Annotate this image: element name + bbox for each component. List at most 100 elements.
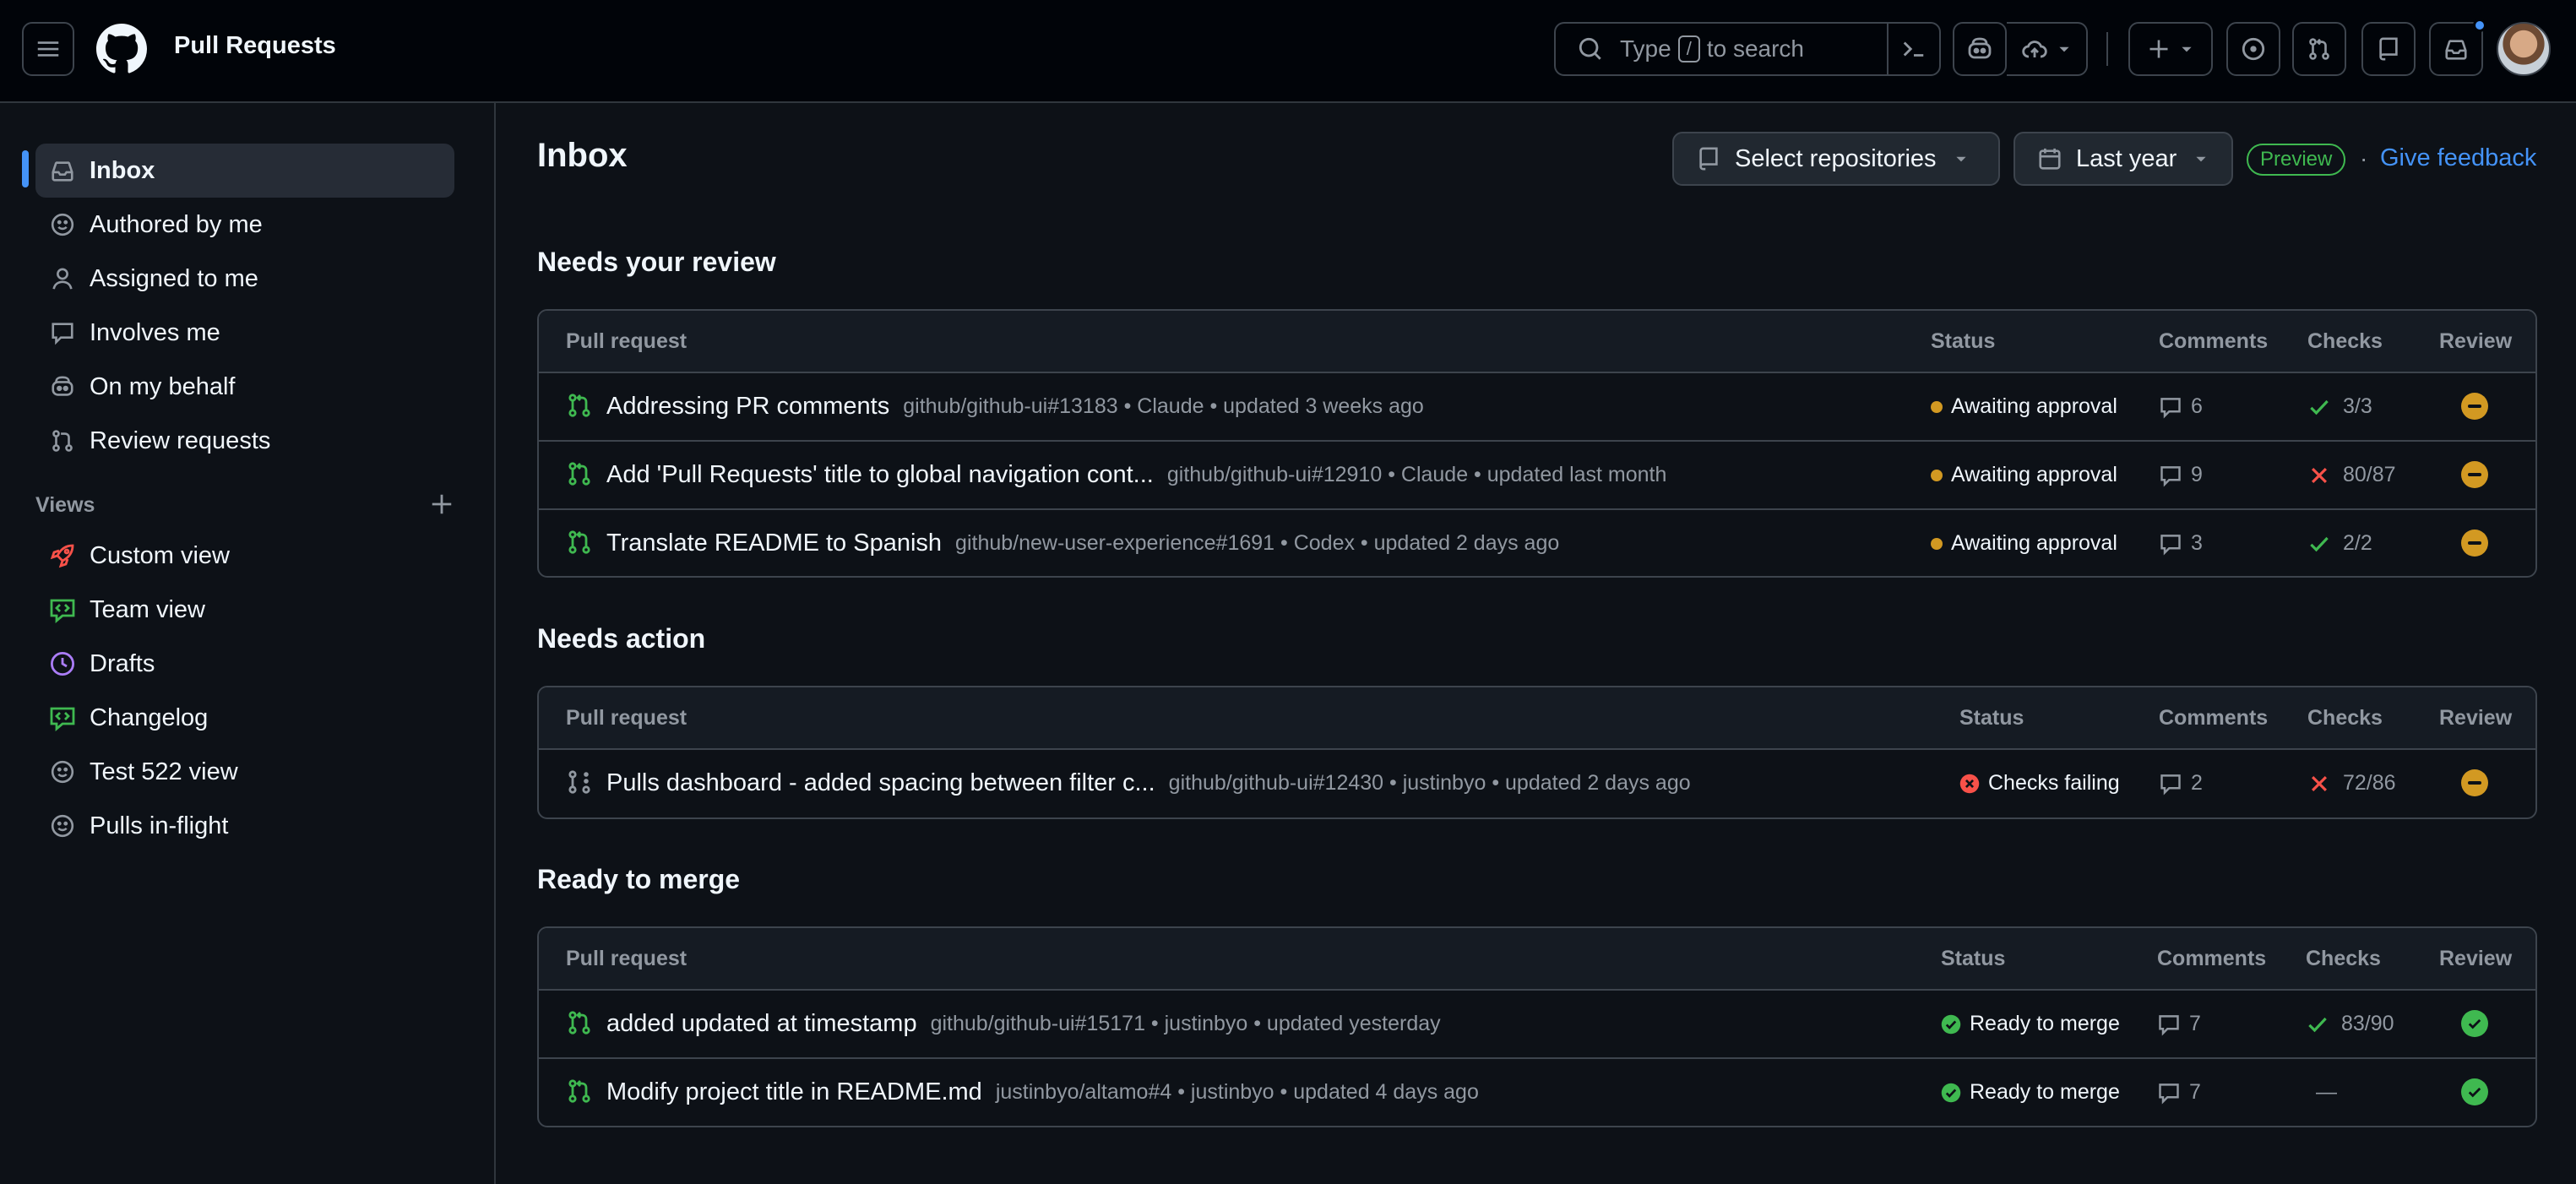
comment-icon xyxy=(2160,397,2181,418)
copilot-icon xyxy=(35,374,90,399)
sidebar-view-changelog[interactable]: Changelog xyxy=(35,691,454,745)
issue-opened-icon xyxy=(2242,37,2265,61)
comments-count[interactable]: 6 xyxy=(2159,373,2203,440)
page-title: Inbox xyxy=(537,137,628,174)
copilot-button[interactable] xyxy=(1953,22,2007,76)
git-compare-icon xyxy=(35,428,90,454)
search-input[interactable]: Type / to search xyxy=(1554,22,1889,76)
checks-summary[interactable]: 2/2 xyxy=(2307,510,2372,576)
sidebar-item-label: Inbox xyxy=(90,156,155,184)
checks-summary[interactable]: 72/86 xyxy=(2307,750,2396,817)
pr-table-needs-action: Pull request Status Comments Checks Revi… xyxy=(537,686,2537,819)
menu-button[interactable] xyxy=(22,22,74,76)
table-row[interactable]: Modify project title in README.md justin… xyxy=(539,1059,2535,1126)
sidebar-item-authored[interactable]: Authored by me xyxy=(35,198,454,252)
review-pending-icon xyxy=(2461,461,2488,488)
pending-dot-icon xyxy=(1931,537,1943,550)
table-row[interactable]: Pulls dashboard - added spacing between … xyxy=(539,750,2535,817)
comments-value: 6 xyxy=(2191,394,2203,418)
pr-title-link[interactable]: Pulls dashboard - added spacing between … xyxy=(606,769,1155,797)
column-header-checks: Checks xyxy=(2306,947,2381,970)
column-header-status: Status xyxy=(1959,706,2024,730)
table-header: Pull request Status Comments Checks Revi… xyxy=(539,928,2535,991)
table-row[interactable]: Add 'Pull Requests' title to global navi… xyxy=(539,442,2535,510)
comments-value: 2 xyxy=(2191,771,2203,795)
review-pending-icon xyxy=(2461,769,2488,796)
pull-requests-button[interactable] xyxy=(2292,22,2346,76)
app-title[interactable]: Pull Requests xyxy=(174,32,336,60)
sidebar-view-drafts[interactable]: Drafts xyxy=(35,637,454,691)
sidebar-item-involves[interactable]: Involves me xyxy=(35,306,454,360)
copilot-menu-button[interactable] xyxy=(2007,22,2088,76)
add-view-button[interactable] xyxy=(429,492,454,517)
pr-title-link[interactable]: Translate README to Spanish xyxy=(606,530,942,557)
copilot-icon xyxy=(1968,37,1992,59)
comment-icon xyxy=(2160,534,2181,555)
table-row[interactable]: Translate README to Spanish github/new-u… xyxy=(539,510,2535,576)
search-shortcut-key: / xyxy=(1677,35,1700,62)
check-icon xyxy=(2308,1017,2327,1032)
terminal-icon xyxy=(1903,41,1924,57)
sidebar-item-label: Test 522 view xyxy=(90,758,238,785)
sidebar-item-label: Custom view xyxy=(90,541,230,569)
sidebar-item-inbox[interactable]: Inbox xyxy=(35,144,454,198)
comments-value: 7 xyxy=(2189,1080,2201,1104)
sidebar-item-label: Authored by me xyxy=(90,210,263,238)
sidebar-item-assigned[interactable]: Assigned to me xyxy=(35,252,454,306)
sidebar-view-team[interactable]: Team view xyxy=(35,583,454,637)
smiley-icon xyxy=(35,212,90,237)
column-header-status: Status xyxy=(1931,329,1996,353)
comment-icon xyxy=(2159,1014,2179,1035)
comments-count[interactable]: 3 xyxy=(2159,510,2203,576)
checks-summary[interactable]: 80/87 xyxy=(2307,442,2396,508)
git-pull-request-icon xyxy=(568,394,590,417)
comments-count[interactable]: 7 xyxy=(2157,1059,2201,1126)
search-icon xyxy=(1579,37,1601,60)
table-row[interactable]: Addressing PR comments github/github-ui#… xyxy=(539,373,2535,442)
pr-title-link[interactable]: Add 'Pull Requests' title to global navi… xyxy=(606,461,1154,489)
search-placeholder-prefix: Type xyxy=(1620,35,1671,62)
sidebar-view-test-522[interactable]: Test 522 view xyxy=(35,745,454,799)
column-header-pr: Pull request xyxy=(566,329,687,353)
checks-value: 2/2 xyxy=(2343,531,2372,555)
select-repositories-button[interactable]: Select repositories xyxy=(1672,132,2000,186)
chevron-down-icon xyxy=(2182,46,2192,52)
rocket-icon xyxy=(35,542,90,569)
git-pull-request-icon xyxy=(568,530,590,554)
github-logo-icon[interactable] xyxy=(96,24,147,74)
sidebar-view-pulls-in-flight[interactable]: Pulls in-flight xyxy=(35,799,454,853)
table-row[interactable]: added updated at timestamp github/github… xyxy=(539,991,2535,1059)
avatar[interactable] xyxy=(2497,22,2551,76)
status-label: Ready to merge xyxy=(1970,1080,2120,1104)
separator-dot: · xyxy=(2360,145,2368,171)
comments-count[interactable]: 7 xyxy=(2157,991,2201,1057)
status-label: Awaiting approval xyxy=(1951,531,2117,555)
create-new-button[interactable] xyxy=(2128,22,2213,76)
x-icon xyxy=(2312,467,2327,483)
pr-table-ready-to-merge: Pull request Status Comments Checks Revi… xyxy=(537,926,2537,1127)
comments-count[interactable]: 2 xyxy=(2159,750,2203,817)
top-header: Pull Requests Type / to search xyxy=(0,0,2576,103)
give-feedback-link[interactable]: Give feedback xyxy=(2380,144,2536,172)
comments-count[interactable]: 9 xyxy=(2159,442,2203,508)
sidebar-view-custom[interactable]: Custom view xyxy=(35,529,454,583)
search-placeholder-suffix: to search xyxy=(1706,35,1804,62)
command-palette-button[interactable] xyxy=(1887,22,1941,76)
checks-summary[interactable]: 3/3 xyxy=(2307,373,2372,440)
checks-value: — xyxy=(2316,1080,2337,1104)
date-range-button[interactable]: Last year xyxy=(2014,132,2233,186)
select-repositories-label: Select repositories xyxy=(1735,144,1937,172)
git-pull-request-icon xyxy=(2309,38,2329,60)
pr-title-link[interactable]: Addressing PR comments xyxy=(606,393,889,421)
pr-title-link[interactable]: added updated at timestamp xyxy=(606,1010,917,1038)
checks-summary[interactable]: 83/90 xyxy=(2306,991,2394,1057)
issues-button[interactable] xyxy=(2226,22,2280,76)
sidebar-item-review-requests[interactable]: Review requests xyxy=(35,414,454,468)
sidebar-item-label: On my behalf xyxy=(90,372,236,400)
section-title: Needs your review xyxy=(537,247,776,277)
pr-title-link[interactable]: Modify project title in README.md xyxy=(606,1078,982,1106)
repositories-button[interactable] xyxy=(2361,22,2416,76)
x-circle-fill-icon xyxy=(1959,774,1980,793)
sidebar-item-on-my-behalf[interactable]: On my behalf xyxy=(35,360,454,414)
clock-icon xyxy=(35,650,90,677)
